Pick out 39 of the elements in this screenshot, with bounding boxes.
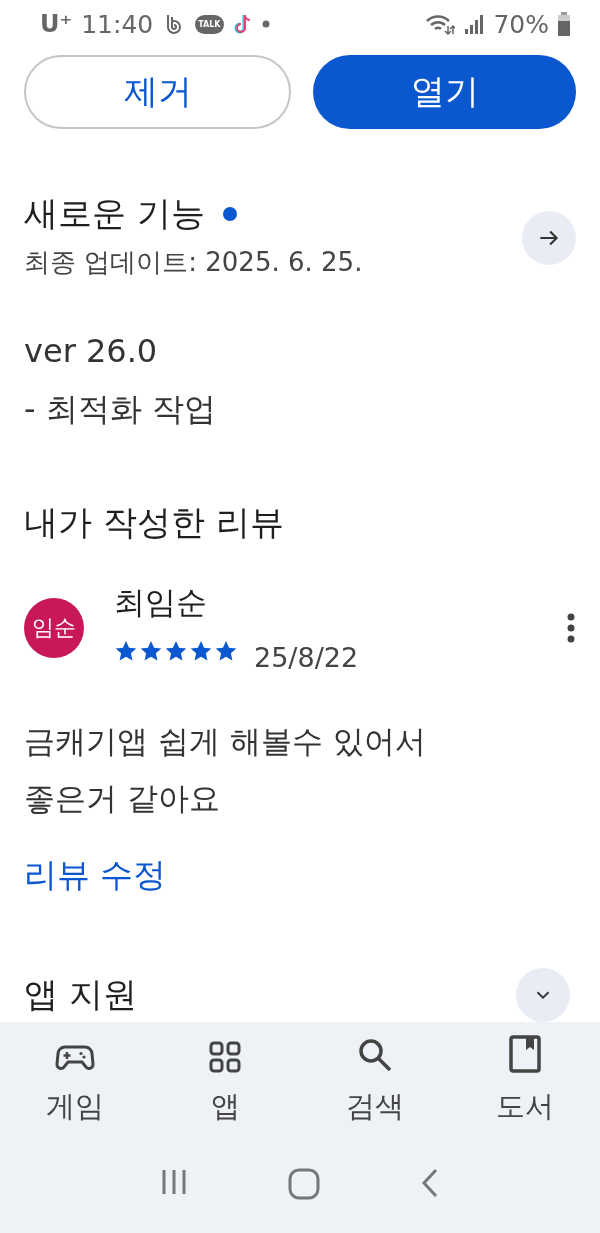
nav-tab[interactable]: 검색 [315, 1034, 435, 1128]
clock: 11:40 [81, 9, 154, 39]
star-icon [164, 639, 188, 662]
section-title: 앱 지원 [24, 973, 137, 1016]
release-note: ver 26.0 [24, 332, 159, 370]
star-icon [139, 639, 163, 662]
search-icon [357, 1037, 393, 1073]
dot-icon [261, 20, 270, 28]
battery-icon [558, 12, 570, 36]
carrier-label: U⁺ [40, 10, 73, 38]
chat-bubble-icon: TALK [195, 14, 224, 34]
signal-icon [464, 14, 485, 34]
avatar: 임순 [24, 597, 84, 658]
release-note: - 최적화 작업 [24, 389, 217, 430]
book-icon [509, 1035, 541, 1073]
last-updated: 최종 업데이트: 2025. 6. 25. [24, 246, 363, 279]
nav-tab[interactable]: 도서 [465, 1034, 585, 1128]
arrow-button[interactable] [522, 211, 576, 265]
uninstall-button[interactable]: 제거 [24, 55, 291, 129]
section-title: 내가 작성한 리뷰 [24, 501, 285, 544]
more-options-icon[interactable] [566, 611, 576, 644]
edit-review-link[interactable]: 리뷰 수정 [24, 853, 576, 898]
nav-tab[interactable]: 게임 [15, 1034, 135, 1128]
recent-apps-icon[interactable] [160, 1168, 188, 1196]
battery-percent: 70% [493, 9, 549, 39]
back-icon[interactable] [420, 1168, 440, 1198]
review-text: 금캐기앱 쉽게 해볼수 있어서 좋은거 같아요 [24, 722, 427, 818]
nav-tab[interactable]: 앱 [165, 1034, 285, 1128]
section-title: 새로운 기능 [24, 192, 205, 235]
reviewer-name: 최임순 [114, 583, 208, 622]
wifi-icon [425, 13, 456, 35]
star-icon [214, 639, 238, 662]
home-icon[interactable] [288, 1168, 320, 1200]
apps-grid-icon [209, 1041, 241, 1073]
star-icon [114, 639, 138, 662]
music-note-icon [232, 12, 253, 36]
star-icon [189, 639, 213, 662]
review-date: 25/8/22 [254, 642, 359, 673]
open-button[interactable]: 열기 [313, 55, 576, 129]
